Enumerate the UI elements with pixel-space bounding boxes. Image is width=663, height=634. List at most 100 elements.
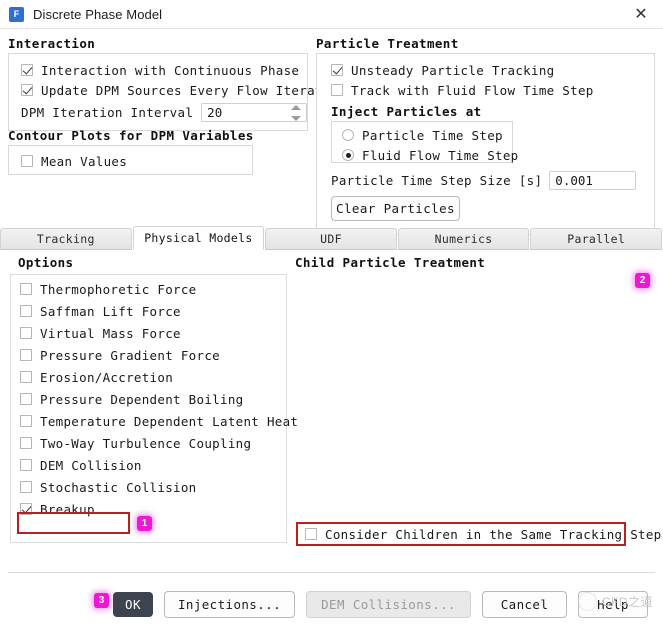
checkbox-indicator[interactable] bbox=[21, 155, 33, 167]
radio-label: Particle Time Step bbox=[362, 127, 503, 143]
list-item[interactable]: DEM Collision bbox=[11, 454, 286, 476]
checkbox-indicator[interactable] bbox=[20, 305, 32, 317]
contour-plots-group-box: Mean Values bbox=[8, 145, 253, 175]
contour-plots-group-title: Contour Plots for DPM Variables bbox=[8, 128, 254, 143]
dpm-iteration-interval-label: DPM Iteration Interval bbox=[21, 104, 194, 120]
list-item[interactable]: Pressure Dependent Boiling bbox=[11, 388, 286, 410]
tab-physical-models[interactable]: Physical Models bbox=[132, 226, 265, 250]
dpm-iteration-interval-value: 20 bbox=[207, 104, 223, 120]
list-item[interactable]: Saffman Lift Force bbox=[11, 300, 286, 322]
checkbox-indicator[interactable] bbox=[305, 528, 317, 540]
checkbox-label: Track with Fluid Flow Time Step bbox=[351, 82, 594, 98]
page-title: Discrete Phase Model bbox=[33, 6, 163, 22]
checkbox-unsteady-particle-tracking[interactable]: Unsteady Particle Tracking bbox=[331, 60, 654, 80]
particle-time-step-size-row: Particle Time Step Size [s] 0.001 bbox=[331, 167, 654, 193]
badge-1: 1 bbox=[137, 516, 152, 531]
footer-divider bbox=[8, 572, 655, 573]
checkbox-consider-children-same-tracking-step[interactable]: Consider Children in the Same Tracking S… bbox=[296, 522, 661, 546]
tab-udf[interactable]: UDF bbox=[265, 228, 397, 250]
dpm-iteration-interval-stepper[interactable]: 20 bbox=[201, 102, 307, 122]
watermark-logo-icon bbox=[577, 592, 597, 611]
checkbox-label: Unsteady Particle Tracking bbox=[351, 62, 555, 78]
contour-plots-group: Contour Plots for DPM Variables Mean Val… bbox=[8, 129, 308, 175]
checkbox-indicator[interactable] bbox=[331, 64, 343, 76]
list-item[interactable]: Temperature Dependent Latent Heat bbox=[11, 410, 298, 432]
checkbox-label: Mean Values bbox=[41, 153, 128, 169]
checkbox-indicator[interactable] bbox=[20, 437, 32, 449]
child-particle-treatment-title: Child Particle Treatment bbox=[295, 255, 486, 270]
particle-treatment-group: Particle Treatment Unsteady Particle Tra… bbox=[316, 37, 655, 235]
list-item-label: Stochastic Collision bbox=[40, 479, 197, 495]
top-panels: Interaction Interaction with Continuous … bbox=[0, 29, 663, 235]
checkbox-track-with-fluid-flow-time-step[interactable]: Track with Fluid Flow Time Step bbox=[331, 80, 654, 100]
radio-indicator[interactable] bbox=[342, 149, 354, 161]
list-item-label: Virtual Mass Force bbox=[40, 325, 181, 341]
list-item[interactable]: Pressure Gradient Force bbox=[11, 344, 286, 366]
stepper-arrows[interactable] bbox=[291, 104, 301, 121]
checkbox-label: Consider Children in the Same Tracking S… bbox=[325, 526, 662, 542]
ok-button[interactable]: OK bbox=[113, 591, 153, 617]
checkbox-indicator[interactable] bbox=[21, 84, 33, 96]
list-item-label: Two-Way Turbulence Coupling bbox=[40, 435, 252, 451]
tab-bar: Tracking Physical Models UDF Numerics Pa… bbox=[0, 226, 663, 250]
particle-time-step-size-input[interactable]: 0.001 bbox=[549, 170, 637, 190]
checkbox-label: Interaction with Continuous Phase bbox=[41, 62, 300, 78]
chevron-down-icon[interactable] bbox=[291, 115, 301, 121]
injections-button[interactable]: Injections... bbox=[164, 590, 295, 618]
list-item[interactable]: Virtual Mass Force bbox=[11, 322, 286, 344]
list-item[interactable]: Thermophoretic Force bbox=[11, 278, 286, 300]
checkbox-interaction-with-continuous-phase[interactable]: Interaction with Continuous Phase bbox=[21, 60, 307, 80]
radio-indicator[interactable] bbox=[342, 129, 354, 141]
checkbox-indicator[interactable] bbox=[20, 327, 32, 339]
list-item-label: Temperature Dependent Latent Heat bbox=[40, 413, 299, 429]
tab-tracking[interactable]: Tracking bbox=[0, 228, 132, 250]
checkbox-indicator[interactable] bbox=[21, 64, 33, 76]
particle-treatment-group-box: Unsteady Particle Tracking Track with Fl… bbox=[316, 53, 655, 235]
physical-models-panel: Options Thermophoretic Force Saffman Lif… bbox=[0, 252, 663, 568]
dpm-iteration-interval-row: DPM Iteration Interval 20 bbox=[21, 100, 307, 124]
interaction-group-box: Interaction with Continuous Phase Update… bbox=[8, 53, 346, 131]
checkbox-indicator[interactable] bbox=[20, 503, 32, 515]
list-item[interactable]: Stochastic Collision bbox=[11, 476, 286, 498]
inject-particles-at-box: Particle Time Step Fluid Flow Time Step bbox=[331, 121, 518, 165]
checkbox-indicator[interactable] bbox=[20, 459, 32, 471]
checkbox-indicator[interactable] bbox=[20, 481, 32, 493]
list-item-label: Saffman Lift Force bbox=[40, 303, 181, 319]
list-item-label: Pressure Gradient Force bbox=[40, 347, 220, 363]
radio-particle-time-step[interactable]: Particle Time Step bbox=[342, 125, 512, 145]
tab-numerics[interactable]: Numerics bbox=[397, 228, 530, 250]
watermark: CFD之道 bbox=[577, 592, 653, 611]
checkbox-indicator[interactable] bbox=[20, 349, 32, 361]
checkbox-indicator[interactable] bbox=[20, 415, 32, 427]
list-item-label: Erosion/Accretion bbox=[40, 369, 174, 385]
radio-label: Fluid Flow Time Step bbox=[362, 147, 519, 163]
particle-treatment-group-title: Particle Treatment bbox=[316, 36, 459, 51]
dem-collisions-button[interactable]: DEM Collisions... bbox=[306, 590, 471, 618]
checkbox-indicator[interactable] bbox=[20, 283, 32, 295]
options-group-title: Options bbox=[18, 255, 74, 270]
list-item[interactable]: Two-Way Turbulence Coupling bbox=[11, 432, 286, 454]
checkbox-label: Update DPM Sources Every Flow Iteration bbox=[41, 82, 347, 98]
close-icon[interactable]: ✕ bbox=[619, 0, 663, 28]
checkbox-mean-values[interactable]: Mean Values bbox=[21, 151, 252, 171]
list-item-label: Breakup bbox=[40, 501, 95, 517]
cancel-button[interactable]: Cancel bbox=[482, 590, 567, 618]
particle-time-step-size-value: 0.001 bbox=[555, 172, 593, 188]
title-bar: F Discrete Phase Model ✕ bbox=[0, 0, 663, 29]
clear-particles-button[interactable]: Clear Particles bbox=[331, 196, 460, 221]
list-item-label: Pressure Dependent Boiling bbox=[40, 391, 244, 407]
checkbox-update-dpm-sources[interactable]: Update DPM Sources Every Flow Iteration bbox=[21, 80, 346, 100]
chevron-up-icon[interactable] bbox=[291, 104, 301, 110]
fluent-app-icon: F bbox=[9, 6, 24, 22]
badge-2: 2 bbox=[635, 273, 650, 288]
interaction-group-title: Interaction bbox=[8, 36, 96, 51]
watermark-text: CFD之道 bbox=[601, 595, 653, 609]
interaction-group: Interaction Interaction with Continuous … bbox=[8, 36, 346, 131]
checkbox-indicator[interactable] bbox=[20, 393, 32, 405]
tab-parallel[interactable]: Parallel bbox=[530, 228, 662, 250]
checkbox-indicator[interactable] bbox=[331, 84, 343, 96]
list-item-label: Thermophoretic Force bbox=[40, 281, 197, 297]
list-item[interactable]: Erosion/Accretion bbox=[11, 366, 286, 388]
checkbox-indicator[interactable] bbox=[20, 371, 32, 383]
radio-fluid-flow-time-step[interactable]: Fluid Flow Time Step bbox=[342, 145, 518, 165]
